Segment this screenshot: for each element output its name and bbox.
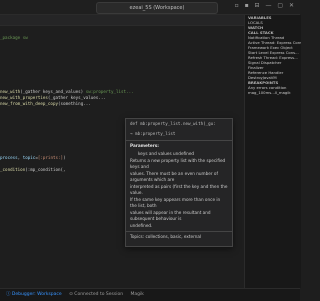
breakpoint-item[interactable]: mag_100ms...ll_magik — [245, 90, 301, 95]
hover-desc-3: interpreted as pairs (first the key and … — [130, 184, 228, 195]
status-bar: ⓘ Debugger: Workspace ⊙ Connected to Ses… — [0, 288, 300, 301]
language-mode[interactable]: Magik — [131, 292, 144, 297]
editor-tabs[interactable] — [0, 15, 244, 26]
hover-tooltip: def mb:property_list.new_with(_gu: → mb:… — [125, 118, 233, 247]
hover-desc-2: values. There must be an even number of … — [130, 171, 218, 182]
hover-desc-1: Returns a new property list with the spe… — [130, 158, 226, 169]
editor-area[interactable]: _package sw new_with(_gather keys_and_va… — [0, 15, 244, 288]
hover-topics: Topics: collections, basic, external — [130, 233, 202, 239]
debug-status[interactable]: ⓘ Debugger: Workspace — [6, 292, 62, 297]
hover-desc-5: values will appear in the resultant and … — [130, 210, 211, 221]
hover-desc-6: undefined. — [130, 223, 153, 228]
command-center-search[interactable]: ezeai_5S (Workspace) — [96, 2, 218, 14]
hover-type: → mb:property_list — [130, 130, 176, 136]
hover-signature: def mb:property_list.new_with(_gu: — [130, 121, 216, 126]
title-bar: ezeai_5S (Workspace) ▫ ▪ ⊟ — ▢ ✕ — [0, 0, 300, 15]
hover-param: keys and values undefined — [138, 150, 195, 156]
connection-status[interactable]: ⊙ Connected to Session — [69, 292, 123, 297]
hover-desc-4: If the same key appears more than once i… — [130, 197, 221, 208]
hover-params-header: Parameters: — [130, 143, 159, 148]
debug-sidebar[interactable]: VARIABLES LOCALS WATCH CALL STACK Notifi… — [244, 15, 301, 288]
window-controls[interactable]: ▫ ▪ ⊟ — ▢ ✕ — [235, 2, 296, 9]
